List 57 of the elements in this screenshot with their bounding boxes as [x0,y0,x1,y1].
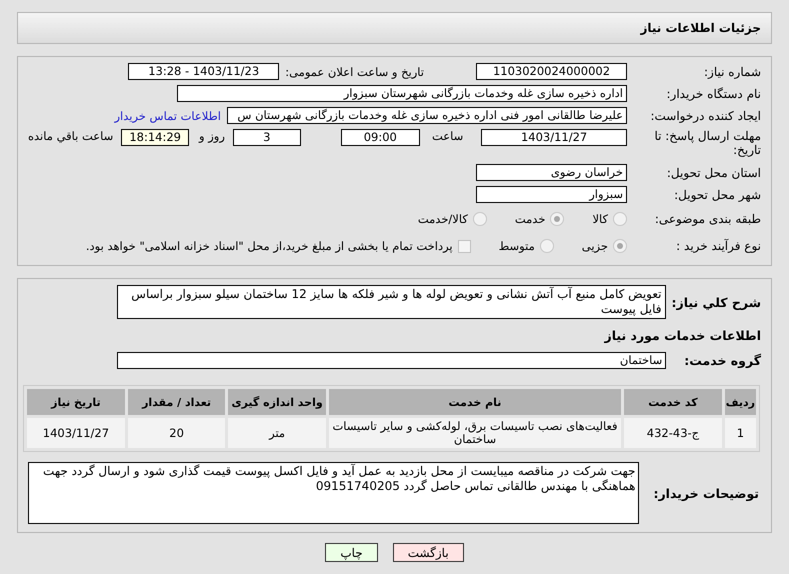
field-label: طبقه بندی موضوعی: [654,212,761,226]
field-label: استان محل تحویل: [666,166,761,180]
table-cell: فعالیت‌های نصب تاسیسات برق، لوله‌کشی و سایر تاسیسات ساختمان [328,418,622,448]
option-label: جزیی [582,239,608,253]
column-header: تعداد / مقدار [128,389,226,415]
option-label: پرداخت تمام یا بخشی از مبلغ خرید،از محل "اسناد خزانه اسلامی" خواهد بود. [86,239,453,253]
back-button[interactable]: بازگشت [392,543,464,562]
radio-button[interactable] [472,212,487,226]
field-label: نام دستگاه خریدار: [666,86,761,100]
table-cell: 1403/11/27 [27,418,125,448]
column-header: کد خدمت [624,389,722,415]
field-label: ایجاد کننده درخواست: [649,108,761,122]
service-group-field: ساختمان [117,352,666,369]
city-field: سبزوار [476,186,627,203]
field-label: شهر محل تحویل: [673,188,761,202]
field-label: ساعت باقي مانده [28,129,114,143]
need-number-field: 1103020024000002 [476,63,627,80]
radio-button[interactable] [550,212,564,226]
radio-button[interactable] [613,239,627,253]
table-cell: 1 [724,418,756,448]
buyer-org-field: اداره ذخیره سازی غله وخدمات بازرگانی شهرستان سبزوار [177,85,627,102]
table-cell: متر [228,418,326,448]
field-label: تاریخ و ساعت اعلان عمومی: [285,64,424,78]
field-label: نوع فرآیند خرید : [675,239,761,253]
radio-button[interactable] [540,239,554,253]
table-cell: ج-43-432 [624,418,722,448]
contact-link[interactable]: اطلاعات تماس خریدار [114,108,221,122]
days-field: 3 [232,129,301,146]
option-label: کالا [592,212,608,226]
table-cell: 20 [128,418,226,448]
announce-date-field: 1403/11/23 - 13:28 [128,63,280,80]
remaining-time-field: 18:14:29 [121,129,190,146]
column-header: واحد اندازه گیری [228,389,326,415]
province-field: خراسان رضوی [476,164,627,181]
column-header: نام خدمت [328,389,622,415]
field-label: گروه خدمت: [684,353,761,368]
deadline-time-field: 09:00 [340,129,420,146]
field-label: شرح کلي نیاز: [672,294,761,310]
option-label: خدمت [514,212,546,226]
buyer-notes-field: جهت شرکت در مناقصه میبایست از محل بازدید به عمل آید و فایل اکسل پیوست قیمت گذاری شود و ارسال گردد جهت هماهنگی با مهندس طالقانی تماس حاصل گردد 09151740205 [28,462,640,524]
field-label: توضیحات خریدار: [653,486,759,500]
section-heading: اطلاعات خدمات مورد نیاز [604,328,761,343]
description-field: تعویض کامل منبع آب آتش نشانی و تعویض لوله ها و شیر فلکه ها سایز 12 ساختمان سیلو سبزوار براساس فایل پیوست [116,285,666,319]
field-label: روز و [199,129,225,143]
field-label: مهلت ارسال پاسخ: تا تاریخ: [653,129,761,157]
field-label: شماره نیاز: [703,64,761,78]
requester-field: علیرضا طالقانی امور فنی اداره ذخیره سازی غله وخدمات بازرگانی شهرستان س [227,107,627,124]
column-header: تاریخ نیاز [27,389,125,415]
deadline-date-field: 1403/11/27 [481,129,627,146]
page-title: جزئیات اطلاعات نیاز [640,21,761,35]
checkbox[interactable] [458,240,471,252]
option-label: متوسط [498,239,535,253]
field-label: ساعت [432,129,464,143]
radio-button[interactable] [613,212,627,226]
column-header: ردیف [724,389,756,415]
option-label: کالا/خدمت [418,212,468,226]
print-button[interactable]: چاپ [325,543,378,562]
